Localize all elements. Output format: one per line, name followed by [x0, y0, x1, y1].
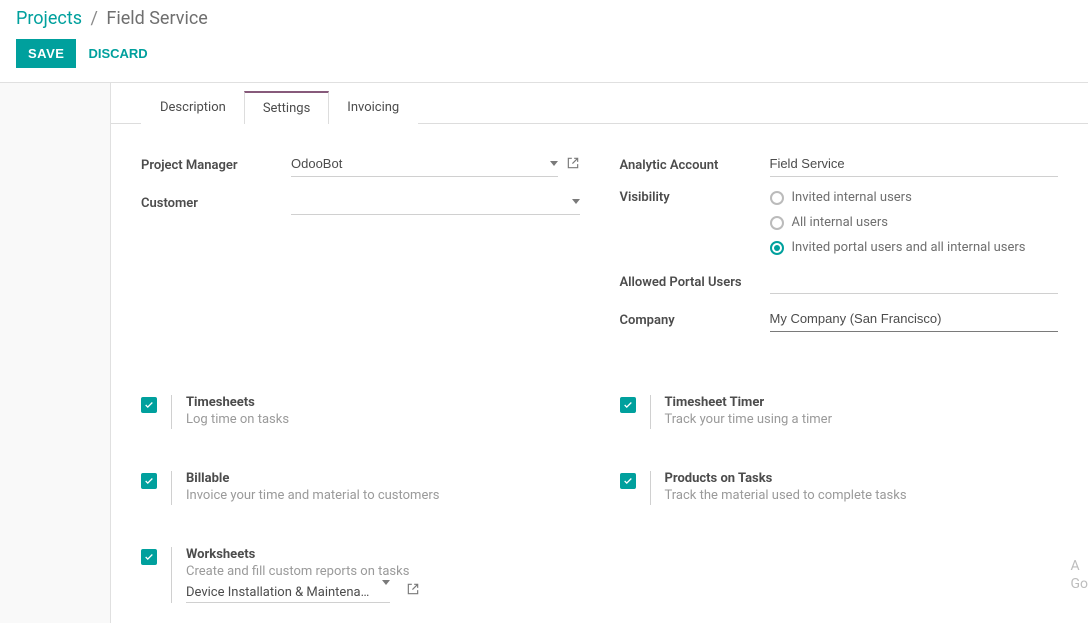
option-body: Billable Invoice your time and material … — [186, 471, 580, 503]
input-customer-wrap — [291, 191, 580, 215]
option-body: Products on Tasks Track the material use… — [665, 471, 1059, 503]
input-company-wrap — [770, 308, 1059, 332]
checkbox-billable[interactable] — [141, 473, 157, 489]
action-bar: SAVE DISCARD — [0, 33, 1088, 82]
input-analytic-account-wrap — [770, 153, 1059, 177]
options-area: Timesheets Log time on tasks Billable In… — [111, 355, 1088, 623]
option-title: Billable — [186, 471, 580, 486]
label-customer: Customer — [141, 196, 291, 211]
option-timesheet-timer: Timesheet Timer Track your time using a … — [620, 395, 1059, 429]
field-visibility: Visibility Invited internal users All in… — [620, 190, 1059, 257]
select-value: Device Installation & Maintenance — [186, 585, 372, 600]
option-desc: Log time on tasks — [186, 412, 580, 427]
option-divider — [171, 471, 172, 505]
option-products-on-tasks: Products on Tasks Track the material use… — [620, 471, 1059, 505]
tab-settings[interactable]: Settings — [244, 91, 329, 124]
checkbox-products-on-tasks[interactable] — [620, 473, 636, 489]
radio-icon — [770, 216, 784, 230]
worksheets-select-row: Device Installation & Maintenance — [186, 579, 580, 603]
form-area: Project Manager Customer — [111, 124, 1088, 355]
sheet-wrapper: Description Settings Invoicing Project M… — [0, 83, 1088, 623]
form-left-column: Project Manager Customer — [141, 152, 580, 345]
form-sheet: Description Settings Invoicing Project M… — [110, 83, 1088, 623]
option-divider — [171, 547, 172, 603]
field-analytic-account: Analytic Account — [620, 152, 1059, 178]
side-hint-line2: Go — [1070, 575, 1088, 593]
input-project-manager-wrap — [291, 153, 558, 177]
visibility-radios: Invited internal users All internal user… — [770, 190, 1059, 257]
option-title: Timesheets — [186, 395, 580, 410]
tabs: Description Settings Invoicing — [111, 83, 1088, 124]
radio-icon-checked — [770, 241, 784, 255]
option-title: Products on Tasks — [665, 471, 1059, 486]
breadcrumb-root-link[interactable]: Projects — [16, 8, 82, 29]
form-right-column: Analytic Account Visibility Invited inte… — [620, 152, 1059, 345]
external-link-icon[interactable] — [566, 156, 580, 174]
input-analytic-account[interactable] — [770, 154, 1059, 173]
option-divider — [650, 471, 651, 505]
save-button[interactable]: SAVE — [16, 39, 76, 68]
side-hint-line1: A — [1070, 557, 1088, 575]
option-body: Worksheets Create and fill custom report… — [186, 547, 580, 603]
radio-label: Invited internal users — [792, 190, 912, 205]
side-hint: A Go — [1070, 557, 1088, 593]
option-title: Timesheet Timer — [665, 395, 1059, 410]
tab-description[interactable]: Description — [141, 91, 245, 124]
left-gutter — [0, 83, 110, 623]
discard-button[interactable]: DISCARD — [88, 46, 147, 61]
options-right-column: Timesheet Timer Track your time using a … — [620, 395, 1059, 603]
chevron-down-icon[interactable] — [550, 161, 558, 166]
radio-label: All internal users — [792, 215, 888, 230]
option-body: Timesheet Timer Track your time using a … — [665, 395, 1059, 427]
input-allowed-portal-users-wrap — [770, 270, 1059, 294]
option-desc: Invoice your time and material to custom… — [186, 488, 580, 503]
breadcrumb-separator: / — [90, 8, 97, 29]
chevron-down-icon[interactable] — [572, 199, 580, 204]
chevron-down-icon — [382, 580, 390, 600]
option-worksheets: Worksheets Create and fill custom report… — [141, 547, 580, 603]
external-link-icon[interactable] — [406, 582, 420, 600]
field-customer: Customer — [141, 190, 580, 216]
option-desc: Track the material used to complete task… — [665, 488, 1059, 503]
breadcrumb: Projects / Field Service — [0, 0, 1088, 33]
radio-item-all-internal[interactable]: All internal users — [770, 215, 1026, 230]
option-divider — [650, 395, 651, 429]
select-worksheet-template[interactable]: Device Installation & Maintenance — [186, 585, 390, 603]
field-company: Company — [620, 307, 1059, 333]
radio-list-visibility: Invited internal users All internal user… — [770, 190, 1026, 255]
option-timesheets: Timesheets Log time on tasks — [141, 395, 580, 429]
radio-label: Invited portal users and all internal us… — [792, 240, 1026, 255]
input-project-manager[interactable] — [291, 154, 544, 173]
field-allowed-portal-users: Allowed Portal Users — [620, 269, 1059, 295]
option-desc: Track your time using a timer — [665, 412, 1059, 427]
input-company[interactable] — [770, 309, 1059, 328]
breadcrumb-current: Field Service — [106, 8, 207, 29]
option-desc: Create and fill custom reports on tasks — [186, 564, 580, 579]
radio-item-invited-internal[interactable]: Invited internal users — [770, 190, 1026, 205]
label-visibility: Visibility — [620, 190, 770, 205]
options-left-column: Timesheets Log time on tasks Billable In… — [141, 395, 580, 603]
input-allowed-portal-users[interactable] — [770, 271, 1059, 290]
option-divider — [171, 395, 172, 429]
checkbox-worksheets[interactable] — [141, 549, 157, 565]
tab-invoicing[interactable]: Invoicing — [328, 91, 418, 124]
radio-item-portal-and-internal[interactable]: Invited portal users and all internal us… — [770, 240, 1026, 255]
option-billable: Billable Invoice your time and material … — [141, 471, 580, 505]
label-company: Company — [620, 313, 770, 328]
label-analytic-account: Analytic Account — [620, 158, 770, 173]
option-title: Worksheets — [186, 547, 580, 562]
radio-icon — [770, 191, 784, 205]
label-allowed-portal-users: Allowed Portal Users — [620, 275, 770, 290]
option-body: Timesheets Log time on tasks — [186, 395, 580, 427]
input-customer[interactable] — [291, 192, 566, 211]
label-project-manager: Project Manager — [141, 158, 291, 173]
checkbox-timesheet-timer[interactable] — [620, 397, 636, 413]
checkbox-timesheets[interactable] — [141, 397, 157, 413]
field-project-manager: Project Manager — [141, 152, 580, 178]
